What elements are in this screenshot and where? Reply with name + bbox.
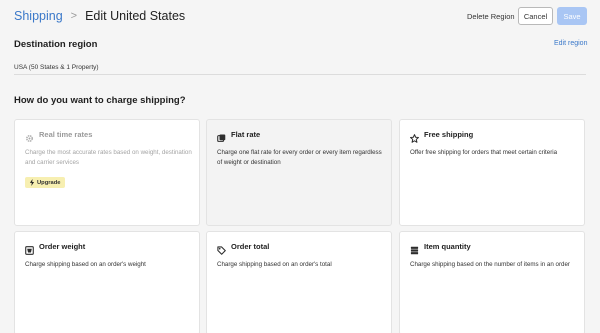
card-description: Charge one flat rate for every order or … (217, 149, 382, 166)
flat-rate-icon (217, 130, 226, 142)
tag-icon (217, 242, 226, 255)
card-header: Real time rates (25, 130, 93, 142)
card-title: Order weight (39, 242, 86, 251)
card-title: Order total (231, 242, 270, 251)
star-icon (410, 130, 419, 143)
breadcrumb-shipping-link[interactable]: Shipping (14, 9, 63, 23)
card-title: Free shipping (424, 130, 474, 139)
option-card-order-weight[interactable]: Order weight Charge shipping based on an… (14, 231, 200, 333)
option-card-flat-rate[interactable]: Flat rate Charge one flat rate for every… (206, 119, 392, 226)
destination-region-value: USA (50 States & 1 Property) (14, 64, 99, 71)
card-title: Flat rate (231, 130, 261, 139)
charge-shipping-heading: How do you want to charge shipping? (14, 95, 186, 106)
save-button[interactable]: Save (557, 7, 587, 25)
upgrade-badge[interactable]: Upgrade (25, 177, 65, 188)
breadcrumb-separator: > (70, 10, 78, 22)
upgrade-label: Upgrade (37, 179, 61, 186)
card-description: Charge shipping based on an order's tota… (217, 261, 332, 268)
card-description: Charge the most accurate rates based on … (25, 149, 192, 166)
card-description: Charge shipping based on an order's weig… (25, 261, 146, 268)
card-header: Free shipping (410, 130, 474, 143)
card-title: Item quantity (424, 242, 471, 251)
card-description: Charge shipping based on the number of i… (410, 261, 570, 268)
scale-icon (25, 242, 34, 255)
card-title: Real time rates (39, 130, 93, 139)
option-card-order-total[interactable]: Order total Charge shipping based on an … (206, 231, 392, 333)
card-header: Order total (217, 242, 270, 255)
page-header: Shipping > Edit United States Delete Reg… (0, 0, 600, 34)
gear-icon (25, 130, 34, 142)
delete-region-button[interactable]: Delete Region (467, 12, 515, 21)
breadcrumb: Shipping > Edit United States (14, 9, 185, 23)
cancel-button[interactable]: Cancel (518, 7, 553, 25)
destination-region-heading: Destination region (14, 39, 98, 50)
option-card-free-shipping[interactable]: Free shipping Offer free shipping for or… (399, 119, 585, 226)
card-description: Offer free shipping for orders that meet… (410, 149, 558, 156)
card-header: Item quantity (410, 242, 471, 255)
stack-icon (410, 242, 419, 255)
lightning-icon (29, 179, 35, 186)
card-header: Order weight (25, 242, 86, 255)
page-title: Edit United States (85, 9, 186, 23)
card-header: Flat rate (217, 130, 261, 142)
edit-region-link[interactable]: Edit region (554, 40, 587, 47)
option-card-item-quantity[interactable]: Item quantity Charge shipping based on t… (399, 231, 585, 333)
option-card-real-time-rates[interactable]: Real time rates Charge the most accurate… (14, 119, 200, 226)
destination-divider (14, 74, 586, 75)
